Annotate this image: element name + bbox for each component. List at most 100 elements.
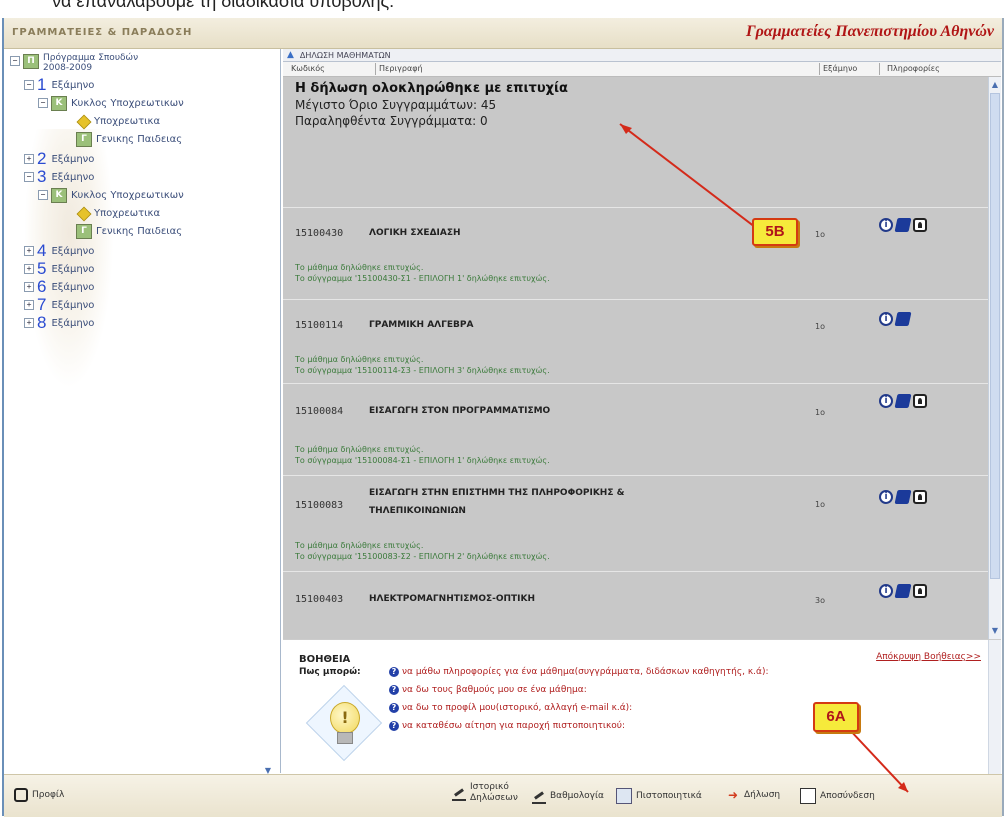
semester-label: Εξάμηνο xyxy=(51,79,95,91)
semester-number: 5 xyxy=(37,259,47,278)
course-code: 15100114 xyxy=(295,320,344,331)
declaration-label: Δήλωση xyxy=(744,790,781,800)
tree-cycle-3[interactable]: − Κ Κυκλος Υποχρεωτικων xyxy=(38,187,184,203)
curriculum-tree: − Π Πρόγραμμα Σπουδών 2008-2009 − 1 Εξάμ… xyxy=(4,49,281,773)
hide-help-link[interactable]: Απόκρυψη Βοήθειας>> xyxy=(876,652,981,662)
scroll-down-icon[interactable]: ▼ xyxy=(990,625,1000,637)
info-icon[interactable]: i xyxy=(879,584,893,598)
declaration-button[interactable]: ➜ Δήλωση xyxy=(726,788,780,802)
org-title: Γραμματείες Πανεπιστημίου Αθηνών xyxy=(746,23,994,40)
course-title-line2: ΤΗΛΕΠΙΚΟΙΝΩΝΙΩΝ xyxy=(369,506,466,516)
tree-semester-3[interactable]: − 3 Εξάμηνο xyxy=(24,167,94,186)
course-list: Η δήλωση ολοκληρώθηκε με επιτυχία Μέγιστ… xyxy=(283,77,989,639)
tree-root-label: Πρόγραμμα Σπουδών 2008-2009 xyxy=(43,53,139,73)
course-title: ΕΙΣΑΓΩΓΗ ΣΤΗΝ ΕΠΙΣΤΗΜΗ ΤΗΣ ΠΛΗΡΟΦΟΡΙΚΗΣ … xyxy=(369,486,624,518)
general-icon: Γ xyxy=(76,131,92,147)
certificates-button[interactable]: Πιστοποιητικά xyxy=(616,788,702,804)
tree-mandatory-3[interactable]: Υποχρεωτικα xyxy=(76,205,160,221)
course-semester: 1ο xyxy=(815,322,825,331)
tree-semester-4[interactable]: + 4 Εξάμηνο xyxy=(24,241,95,260)
tree-root[interactable]: − Π Πρόγραμμα Σπουδών 2008-2009 xyxy=(10,53,163,75)
book-icon[interactable] xyxy=(894,218,912,232)
expand-icon[interactable]: + xyxy=(24,246,34,256)
tree-semester-7[interactable]: + 7 Εξάμηνο xyxy=(24,295,95,314)
help-item-grades[interactable]: ? να δω τους βαθμούς μου σε ένα μάθημα: xyxy=(389,685,587,695)
app-window: ΓΡΑΜΜΑΤΕΙΕΣ & ΠΑΡΑΔΟΣΗ Γραμματείες Πανεπ… xyxy=(2,18,1004,817)
info-icon[interactable]: i xyxy=(879,312,893,326)
col-code[interactable]: Κωδικός xyxy=(291,64,325,73)
course-message: Το μάθημα δηλώθηκε επιτυχώς. Το σύγγραμμ… xyxy=(295,444,550,466)
help-scrollbar[interactable] xyxy=(988,640,1001,774)
info-icon[interactable]: i xyxy=(879,394,893,408)
tree-general-1[interactable]: Γ Γενικης Παιδειας xyxy=(76,131,182,147)
help-how-label: Πως μπορώ: xyxy=(299,667,361,677)
professor-icon[interactable] xyxy=(913,394,927,408)
scroll-up-icon[interactable]: ▲ xyxy=(990,79,1000,91)
course-msg-line2: Το σύγγραμμα '15100084-Σ1 - ΕΠΙΛΟΓΗ 1' δ… xyxy=(295,456,550,465)
course-code: 15100403 xyxy=(295,594,344,605)
tree-semester-6[interactable]: + 6 Εξάμηνο xyxy=(24,277,94,296)
cycle-icon: Κ xyxy=(51,95,67,111)
expand-icon[interactable]: + xyxy=(24,300,34,310)
section-header[interactable]: ▲ ΔΗΛΩΣΗ ΜΑΘΗΜΑΤΩΝ xyxy=(283,49,1001,62)
grades-button[interactable]: Βαθμολογία xyxy=(532,788,604,804)
list-scrollbar[interactable]: ▲ ▼ xyxy=(988,77,1001,639)
help-item-certificate[interactable]: ? να καταθέσω αίτηση για παροχή πιστοποι… xyxy=(389,721,625,731)
course-actions: i xyxy=(879,394,927,408)
semester-label: Εξάμηνο xyxy=(51,299,95,311)
help-item-profile[interactable]: ? να δω το προφίλ μου(ιστορικό, αλλαγή e… xyxy=(389,703,632,713)
info-icon[interactable]: i xyxy=(879,218,893,232)
course-message: Το μάθημα δηλώθηκε επιτυχώς. Το σύγγραμμ… xyxy=(295,262,550,284)
professor-icon[interactable] xyxy=(913,490,927,504)
tree-semester-2[interactable]: + 2 Εξάμηνο xyxy=(24,149,94,168)
course-title: ΓΡΑΜΜΙΚΗ ΑΛΓΕΒΡΑ xyxy=(369,320,474,330)
semester-number: 7 xyxy=(37,295,47,314)
tree-semester-1[interactable]: − 1 Εξάμηνο xyxy=(24,75,95,94)
scroll-thumb[interactable] xyxy=(990,93,1000,579)
collapse-icon[interactable]: − xyxy=(10,56,20,66)
expand-icon[interactable]: + xyxy=(24,264,34,274)
collapse-icon[interactable]: − xyxy=(24,80,34,90)
profile-button[interactable]: Προφίλ xyxy=(14,788,64,802)
course-semester: 1ο xyxy=(815,230,825,239)
history-icon xyxy=(452,785,466,801)
tree-cycle-1[interactable]: − Κ Κυκλος Υποχρεωτικων xyxy=(38,95,184,111)
collapse-icon[interactable]: − xyxy=(38,190,48,200)
professor-icon[interactable] xyxy=(913,584,927,598)
course-msg-line1: Το μάθημα δηλώθηκε επιτυχώς. xyxy=(295,541,424,550)
col-semester[interactable]: Εξάμηνο xyxy=(823,64,857,73)
course-row: 15100083 ΕΙΣΑΓΩΓΗ ΣΤΗΝ ΕΠΙΣΤΗΜΗ ΤΗΣ ΠΛΗΡ… xyxy=(283,475,989,572)
expand-icon[interactable]: + xyxy=(24,318,34,328)
top-instruction-text: να επαναλάβουμε τη διαδικασία υποβολής: xyxy=(52,0,395,11)
tree-mandatory-1[interactable]: Υποχρεωτικα xyxy=(76,113,160,129)
expand-icon[interactable]: + xyxy=(24,282,34,292)
col-description[interactable]: Περιγραφή xyxy=(379,64,423,73)
book-icon[interactable] xyxy=(894,312,912,326)
semester-label: Εξάμηνο xyxy=(51,245,95,257)
info-icon[interactable]: i xyxy=(879,490,893,504)
section-title: ΔΗΛΩΣΗ ΜΑΘΗΜΑΤΩΝ xyxy=(299,50,391,60)
logout-button[interactable]: Αποσύνδεση xyxy=(800,788,875,804)
tree-semester-8[interactable]: + 8 Εξάμηνο xyxy=(24,313,94,332)
mandatory-icon xyxy=(76,207,90,220)
professor-icon[interactable] xyxy=(913,218,927,232)
book-icon[interactable] xyxy=(894,394,912,408)
help-item-label: να δω τους βαθμούς μου σε ένα μάθημα: xyxy=(402,685,587,695)
tree-semester-5[interactable]: + 5 Εξάμηνο xyxy=(24,259,94,278)
book-icon[interactable] xyxy=(894,490,912,504)
collapse-icon[interactable]: − xyxy=(24,172,34,182)
course-msg-line1: Το μάθημα δηλώθηκε επιτυχώς. xyxy=(295,445,424,454)
book-icon[interactable] xyxy=(894,584,912,598)
help-panel: ΒΟΗΘΕΙΑ Απόκρυψη Βοήθειας>> Πως μπορώ: ?… xyxy=(283,639,1001,774)
course-title: ΗΛΕΚΤΡΟΜΑΓΝΗΤΙΣΜΟΣ-ΟΠΤΙΚΗ xyxy=(369,594,536,604)
collapse-caret-icon[interactable]: ▲ xyxy=(287,50,294,60)
col-info[interactable]: Πληροφορίες xyxy=(887,64,940,73)
course-row: 15100403 ΗΛΕΚΤΡΟΜΑΓΝΗΤΙΣΜΟΣ-ΟΠΤΙΚΗ 3ο i xyxy=(283,571,989,639)
expand-icon[interactable]: + xyxy=(24,154,34,164)
tree-general-3[interactable]: Γ Γενικης Παιδειας xyxy=(76,223,182,239)
collapse-icon[interactable]: − xyxy=(38,98,48,108)
history-button[interactable]: Ιστορικό Δηλώσεων xyxy=(452,782,518,804)
course-msg-line1: Το μάθημα δηλώθηκε επιτυχώς. xyxy=(295,263,424,272)
help-item-course-info[interactable]: ? να μάθω πληροφορίες για ένα μάθημα(συγ… xyxy=(389,667,769,677)
help-title: ΒΟΗΘΕΙΑ xyxy=(299,654,351,665)
